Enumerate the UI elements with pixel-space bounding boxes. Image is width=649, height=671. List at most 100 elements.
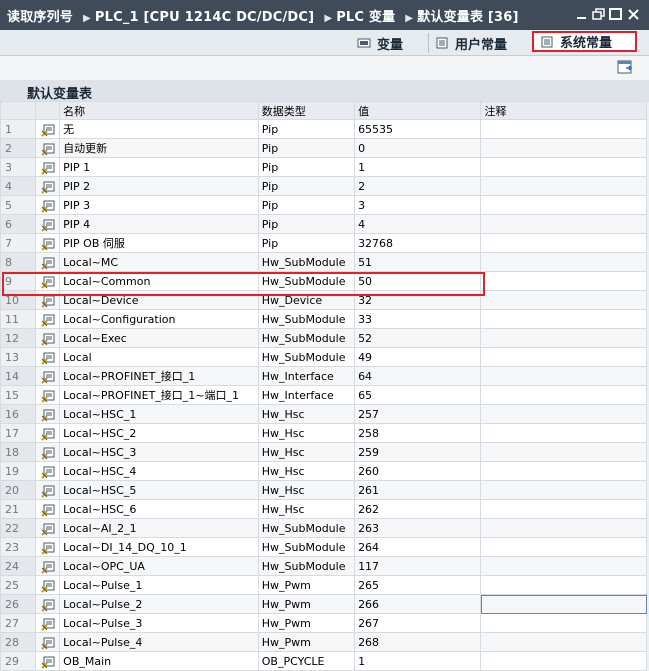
cell-value[interactable]: 51 bbox=[354, 252, 482, 272]
cell-type[interactable]: Pip bbox=[257, 214, 356, 234]
cell-name[interactable]: PIP 3 bbox=[59, 195, 259, 215]
cell-comment[interactable] bbox=[480, 233, 647, 253]
cell-type[interactable]: Hw_Pwm bbox=[257, 632, 356, 652]
table-row[interactable]: 28 Local~Pulse_4 Hw_Pwm 268 bbox=[0, 632, 647, 652]
cell-value[interactable]: 3 bbox=[354, 195, 482, 215]
cell-type[interactable]: Hw_Pwm bbox=[257, 594, 356, 614]
cell-value[interactable]: 1 bbox=[354, 651, 482, 671]
table-row[interactable]: 13 Local Hw_SubModule 49 bbox=[0, 347, 647, 367]
cell-type[interactable]: Pip bbox=[257, 119, 356, 139]
export-icon[interactable] bbox=[617, 59, 633, 75]
cell-type[interactable]: Hw_Pwm bbox=[257, 613, 356, 633]
cell-comment[interactable] bbox=[480, 537, 647, 557]
table-row[interactable]: 22 Local~AI_2_1 Hw_SubModule 263 bbox=[0, 518, 647, 538]
cell-comment[interactable] bbox=[480, 499, 647, 519]
table-row[interactable]: 29 OB_Main OB_PCYCLE 1 bbox=[0, 651, 647, 671]
cell-value[interactable]: 265 bbox=[354, 575, 482, 595]
cell-comment[interactable] bbox=[480, 290, 647, 310]
minimize-icon[interactable] bbox=[575, 8, 589, 21]
cell-comment[interactable] bbox=[480, 556, 647, 576]
cell-type[interactable]: Hw_SubModule bbox=[257, 556, 356, 576]
cell-comment[interactable] bbox=[480, 385, 647, 405]
table-row[interactable]: 6 PIP 4 Pip 4 bbox=[0, 214, 647, 234]
table-row[interactable]: 19 Local~HSC_4 Hw_Hsc 260 bbox=[0, 461, 647, 481]
tab-system-constants[interactable]: 系统常量 bbox=[532, 31, 637, 52]
cell-comment[interactable] bbox=[480, 480, 647, 500]
cell-comment[interactable] bbox=[480, 347, 647, 367]
table-row[interactable]: 17 Local~HSC_2 Hw_Hsc 258 bbox=[0, 423, 647, 443]
cell-value[interactable]: 64 bbox=[354, 366, 482, 386]
breadcrumb-plc-tags[interactable]: PLC 变量 bbox=[336, 10, 395, 25]
cell-type[interactable]: Hw_Hsc bbox=[257, 480, 356, 500]
cell-name[interactable]: Local~HSC_2 bbox=[59, 423, 259, 443]
cell-value[interactable]: 0 bbox=[354, 138, 482, 158]
column-header-name[interactable]: 名称 bbox=[59, 101, 259, 120]
cell-value[interactable]: 259 bbox=[354, 442, 482, 462]
cell-value[interactable]: 261 bbox=[354, 480, 482, 500]
cell-comment[interactable] bbox=[480, 214, 647, 234]
cell-value[interactable]: 49 bbox=[354, 347, 482, 367]
table-row[interactable]: 9 Local~Common Hw_SubModule 50 bbox=[0, 271, 647, 291]
cell-type[interactable]: Pip bbox=[257, 157, 356, 177]
cell-comment[interactable] bbox=[480, 176, 647, 196]
cell-comment[interactable] bbox=[480, 423, 647, 443]
cell-value[interactable]: 117 bbox=[354, 556, 482, 576]
breadcrumb-device[interactable]: PLC_1 [CPU 1214C DC/DC/DC] bbox=[95, 10, 314, 25]
cell-value[interactable]: 257 bbox=[354, 404, 482, 424]
cell-type[interactable]: Pip bbox=[257, 233, 356, 253]
cell-value[interactable]: 266 bbox=[354, 594, 482, 614]
cell-type[interactable]: Pip bbox=[257, 195, 356, 215]
cell-type[interactable]: Hw_Hsc bbox=[257, 499, 356, 519]
table-row[interactable]: 4 PIP 2 Pip 2 bbox=[0, 176, 647, 196]
cell-value[interactable]: 65 bbox=[354, 385, 482, 405]
cell-name[interactable]: Local~Exec bbox=[59, 328, 259, 348]
cell-name[interactable]: Local~OPC_UA bbox=[59, 556, 259, 576]
cell-name[interactable]: Local~HSC_1 bbox=[59, 404, 259, 424]
table-row[interactable]: 1 无 Pip 65535 bbox=[0, 119, 647, 139]
close-icon[interactable] bbox=[627, 8, 641, 21]
cell-type[interactable]: OB_PCYCLE bbox=[257, 651, 356, 671]
cell-value[interactable]: 32 bbox=[354, 290, 482, 310]
column-header-comment[interactable]: 注释 bbox=[480, 101, 647, 120]
cell-name[interactable]: Local~HSC_5 bbox=[59, 480, 259, 500]
breadcrumb-project[interactable]: 读取序列号 bbox=[7, 10, 73, 25]
cell-comment[interactable] bbox=[480, 271, 647, 291]
cell-type[interactable]: Pip bbox=[257, 176, 356, 196]
table-row[interactable]: 24 Local~OPC_UA Hw_SubModule 117 bbox=[0, 556, 647, 576]
cell-name[interactable]: OB_Main bbox=[59, 651, 259, 671]
cell-name[interactable]: PIP 4 bbox=[59, 214, 259, 234]
cell-name[interactable]: 自动更新 bbox=[59, 138, 259, 158]
cell-name[interactable]: Local~AI_2_1 bbox=[59, 518, 259, 538]
cell-name[interactable]: Local~PROFINET_接口_1~端口_1 bbox=[59, 385, 259, 405]
cell-name[interactable]: Local~Common bbox=[59, 271, 259, 291]
cell-value[interactable]: 263 bbox=[354, 518, 482, 538]
cell-type[interactable]: Hw_SubModule bbox=[257, 347, 356, 367]
cell-type[interactable]: Hw_SubModule bbox=[257, 537, 356, 557]
table-row[interactable]: 2 自动更新 Pip 0 bbox=[0, 138, 647, 158]
cell-value[interactable]: 65535 bbox=[354, 119, 482, 139]
cell-type[interactable]: Hw_Hsc bbox=[257, 423, 356, 443]
cell-comment[interactable] bbox=[480, 138, 647, 158]
column-header-type[interactable]: 数据类型 bbox=[257, 101, 356, 120]
tab-variables[interactable]: 变量 bbox=[357, 33, 403, 53]
cell-comment[interactable] bbox=[480, 252, 647, 272]
table-row[interactable]: 27 Local~Pulse_3 Hw_Pwm 267 bbox=[0, 613, 647, 633]
tab-user-constants[interactable]: 用户常量 bbox=[428, 33, 507, 53]
cell-type[interactable]: Hw_Pwm bbox=[257, 575, 356, 595]
cell-name[interactable]: Local~DI_14_DQ_10_1 bbox=[59, 537, 259, 557]
cell-name[interactable]: Local~Configuration bbox=[59, 309, 259, 329]
cell-value[interactable]: 50 bbox=[354, 271, 482, 291]
cell-type[interactable]: Hw_Device bbox=[257, 290, 356, 310]
cell-comment[interactable] bbox=[480, 442, 647, 462]
table-row[interactable]: 15 Local~PROFINET_接口_1~端口_1 Hw_Interface 65 bbox=[0, 385, 647, 405]
cell-name[interactable]: PIP 1 bbox=[59, 157, 259, 177]
table-row[interactable]: 12 Local~Exec Hw_SubModule 52 bbox=[0, 328, 647, 348]
table-row[interactable]: 3 PIP 1 Pip 1 bbox=[0, 157, 647, 177]
maximize-icon[interactable] bbox=[609, 8, 623, 21]
cell-type[interactable]: Hw_Hsc bbox=[257, 404, 356, 424]
cell-comment[interactable] bbox=[480, 461, 647, 481]
cell-name[interactable]: Local~MC bbox=[59, 252, 259, 272]
cell-comment[interactable] bbox=[480, 518, 647, 538]
cell-comment[interactable] bbox=[480, 157, 647, 177]
cell-name[interactable]: Local~Pulse_1 bbox=[59, 575, 259, 595]
